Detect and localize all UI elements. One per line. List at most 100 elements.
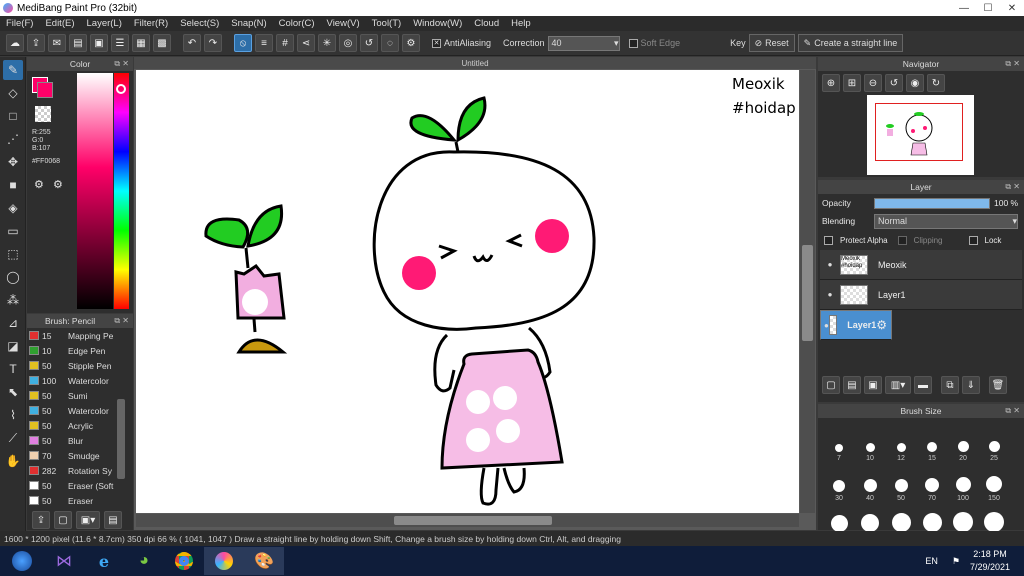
brush-size-option[interactable]: 25 [979, 422, 1009, 462]
brush-size-option[interactable]: 100 [948, 462, 978, 502]
magic-wand-tool-icon[interactable]: ⁂ [3, 290, 23, 310]
bucket-tool-icon[interactable]: ◈ [3, 198, 23, 218]
undo-icon[interactable]: ↶ [183, 34, 201, 52]
rectangle-tool-icon[interactable]: □ [3, 106, 23, 126]
flag-icon[interactable]: ⚑ [952, 556, 960, 567]
new-layer-icon[interactable]: ▢ [822, 376, 840, 394]
snap-settings-icon[interactable]: ⚙ [402, 34, 420, 52]
operation-tool-icon[interactable]: ⬉ [3, 382, 23, 402]
panel-menu-icon[interactable]: ⧉ ✕ [1005, 182, 1020, 192]
brush-size-option[interactable]: 50 [886, 462, 916, 502]
menu-edit[interactable]: Edit(E) [39, 18, 80, 29]
add-brush-icon[interactable]: ⇪ [32, 511, 50, 529]
page-icon[interactable]: ▤ [69, 34, 87, 52]
opacity-slider[interactable] [874, 197, 990, 209]
text-tool-icon[interactable]: T [3, 359, 23, 379]
menu-help[interactable]: Help [505, 18, 537, 29]
list-icon[interactable]: ☰ [111, 34, 129, 52]
visibility-icon[interactable]: ● [820, 260, 840, 269]
vertical-scroll-thumb[interactable] [802, 245, 813, 341]
grid-icon[interactable]: ▦ [132, 34, 150, 52]
hue-slider[interactable] [114, 73, 129, 309]
panel-menu-icon[interactable]: ⧉ ✕ [114, 316, 129, 326]
fill-tool-icon[interactable]: ■ [3, 175, 23, 195]
panel-menu-icon[interactable]: ⧉ ✕ [114, 59, 129, 69]
antialias-checkbox[interactable]: ✕ AntiAliasing [432, 38, 491, 48]
brush-tool-icon[interactable]: ✎ [3, 60, 23, 80]
trash-icon[interactable]: 🗑 [989, 376, 1007, 394]
canvas-tab[interactable]: Untitled [134, 57, 816, 69]
zoom-in-icon[interactable]: ⊕ [822, 74, 840, 92]
merge-layer-icon[interactable]: ⇓ [962, 376, 980, 394]
comment-icon[interactable]: ✉ [48, 34, 66, 52]
drawing-canvas[interactable]: Meoxik #hoidap [136, 70, 799, 513]
menu-view[interactable]: View(V) [321, 18, 366, 29]
grid-large-icon[interactable]: ▩ [153, 34, 171, 52]
snap-curve-icon[interactable]: ↺ [360, 34, 378, 52]
new-halftone-layer-icon[interactable]: ▤ [843, 376, 861, 394]
snap-cross-icon[interactable]: # [276, 34, 294, 52]
softedge-checkbox[interactable]: Soft Edge [628, 38, 680, 48]
blending-select[interactable]: Normal ▾ [874, 213, 1018, 229]
new-brush-icon[interactable]: ▢ [54, 511, 72, 529]
brush-size-option[interactable]: 20 [948, 422, 978, 462]
brush-list-item[interactable]: 15 Mapping Pe [27, 328, 133, 343]
layer-row[interactable]: ● Meoxik #hoidap Meoxik [820, 250, 1022, 280]
document-icon[interactable]: ▣ [90, 34, 108, 52]
panel-menu-icon[interactable]: ⧉ ✕ [1005, 406, 1020, 416]
add-layer-menu-icon[interactable]: ▥▾ [885, 376, 911, 394]
menu-color[interactable]: Color(C) [273, 18, 321, 29]
swatch-icon[interactable]: ⚙ [53, 178, 63, 191]
rotate-right-icon[interactable]: ↻ [927, 74, 945, 92]
folder-icon[interactable]: ▬ [914, 376, 932, 394]
straight-line-button[interactable]: ✎ Create a straight line [797, 34, 904, 52]
clipping-checkbox[interactable] [897, 235, 907, 245]
redo-icon[interactable]: ↷ [204, 34, 222, 52]
snap-parallel-icon[interactable]: ≡ [255, 34, 273, 52]
snap-ellipse-icon[interactable]: ◌ [381, 34, 399, 52]
select-eraser-tool-icon[interactable]: ◪ [3, 336, 23, 356]
coccoc-browser-icon[interactable]: ◕ [124, 547, 164, 575]
brush-size-option[interactable]: 40 [855, 462, 885, 502]
brush-size-option[interactable]: 12 [886, 422, 916, 462]
close-button[interactable]: ✕ [1000, 0, 1024, 16]
brush-list-item[interactable]: 50 Stipple Pen [27, 358, 133, 373]
hue-handle[interactable] [116, 84, 126, 94]
palette-icon[interactable]: ⚙ [34, 178, 44, 191]
brush-list-item[interactable]: 50 Eraser (Soft [27, 478, 133, 493]
delete-brush-icon[interactable]: ▤ [104, 511, 122, 529]
brush-list-item[interactable]: 50 Eraser [27, 493, 133, 508]
brush-size-option[interactable]: 150 [979, 462, 1009, 502]
layer-row[interactable]: ● Layer1 [820, 280, 1022, 310]
lasso-tool-icon[interactable]: ◯ [3, 267, 23, 287]
upload-icon[interactable]: ⇪ [27, 34, 45, 52]
zoom-fit-icon[interactable]: ⊞ [843, 74, 861, 92]
menu-window[interactable]: Window(W) [407, 18, 468, 29]
navigator-preview[interactable] [867, 95, 974, 175]
maximize-button[interactable]: ☐ [976, 0, 1000, 16]
zoom-out-icon[interactable]: ⊖ [864, 74, 882, 92]
brush-list-scrollbar[interactable] [117, 399, 125, 479]
gradient-tool-icon[interactable]: ▭ [3, 221, 23, 241]
brush-size-option[interactable]: 70 [917, 462, 947, 502]
lock-checkbox[interactable] [968, 235, 978, 245]
rotate-reset-icon[interactable]: ◉ [906, 74, 924, 92]
reset-button[interactable]: ⊘ Reset [748, 34, 795, 52]
horizontal-scroll-thumb[interactable] [394, 516, 552, 525]
menu-layer[interactable]: Layer(L) [81, 18, 128, 29]
panel-menu-icon[interactable]: ⧉ ✕ [1005, 59, 1020, 69]
saturation-field[interactable] [77, 73, 113, 309]
brush-size-option[interactable]: 10 [855, 422, 885, 462]
new-layer-8bit-icon[interactable]: ▣ [864, 376, 882, 394]
protect-alpha-checkbox[interactable] [824, 235, 833, 245]
layer-row-selected[interactable]: ● Layer1 ⚙ [820, 310, 892, 340]
canvas-horizontal-scrollbar[interactable] [136, 514, 799, 527]
brush-size-option[interactable]: 7 [824, 422, 854, 462]
hand-tool-icon[interactable]: ✋ [3, 451, 23, 471]
internet-explorer-icon[interactable]: e [84, 547, 124, 575]
gear-icon[interactable]: ⚙ [876, 318, 887, 332]
rotate-left-icon[interactable]: ↺ [885, 74, 903, 92]
menu-tool[interactable]: Tool(T) [366, 18, 408, 29]
transparent-swatch[interactable] [35, 106, 51, 122]
visual-studio-icon[interactable]: ⋈ [44, 547, 84, 575]
